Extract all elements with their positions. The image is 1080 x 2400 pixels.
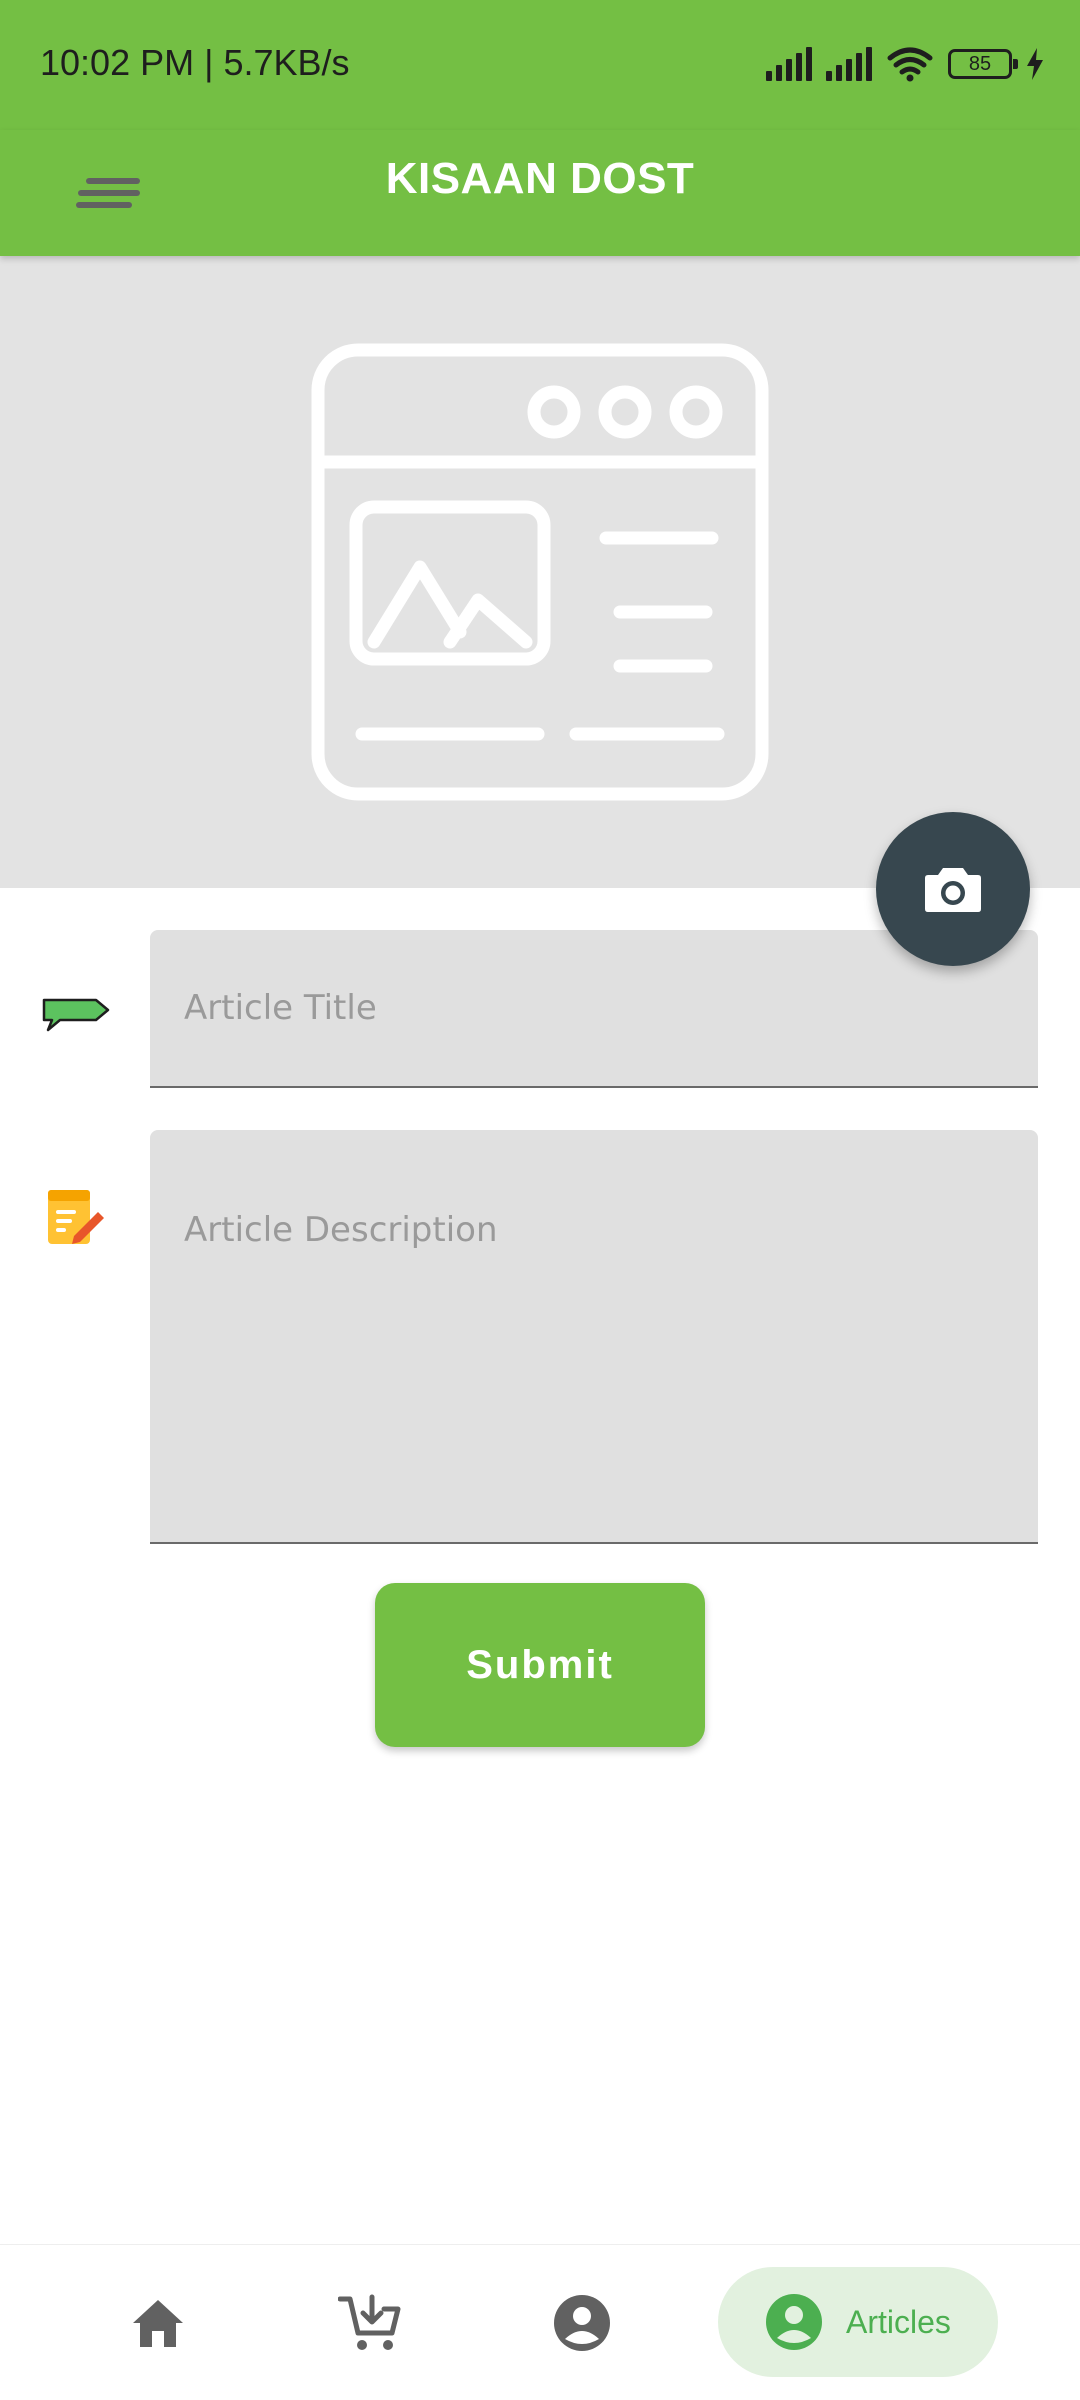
article-description-placeholder: Article Description	[184, 1210, 498, 1250]
article-title-placeholder: Article Title	[184, 988, 377, 1028]
battery-icon: 85	[948, 49, 1018, 79]
status-time: 10:02 PM | 5.7KB/s	[40, 42, 350, 83]
nav-item-home[interactable]	[108, 2245, 208, 2400]
account-icon	[766, 2294, 822, 2350]
article-image-area[interactable]	[0, 256, 1080, 888]
signal-icon	[826, 47, 872, 81]
account-icon	[554, 2295, 610, 2351]
article-image-placeholder-icon	[311, 343, 769, 801]
status-bar: 10:02 PM | 5.7KB/s 85	[0, 0, 1080, 130]
article-title-field[interactable]: Article Title	[150, 930, 1038, 1088]
camera-icon	[925, 868, 981, 912]
bottom-navigation: Articles	[0, 2244, 1080, 2400]
cart-icon	[338, 2294, 401, 2350]
article-description-field[interactable]: Article Description	[150, 1130, 1038, 1544]
nav-item-articles[interactable]: Articles	[718, 2267, 998, 2377]
app-title: KISAAN DOST	[385, 154, 695, 203]
signal-icon	[766, 47, 812, 81]
tag-icon	[42, 998, 110, 1032]
app-bar: KISAAN DOST	[0, 130, 1080, 256]
notepad-edit-icon	[48, 1190, 104, 1244]
home-icon	[133, 2300, 183, 2347]
status-icons: 85	[766, 44, 1044, 84]
camera-button[interactable]	[876, 812, 1030, 966]
battery-level: 85	[968, 52, 992, 75]
wifi-icon	[887, 47, 933, 82]
nav-item-cart[interactable]	[320, 2245, 420, 2400]
charging-icon	[1027, 48, 1043, 80]
submit-button[interactable]: Submit	[375, 1583, 705, 1747]
nav-label-articles: Articles	[846, 2303, 951, 2340]
nav-item-account[interactable]	[532, 2245, 632, 2400]
